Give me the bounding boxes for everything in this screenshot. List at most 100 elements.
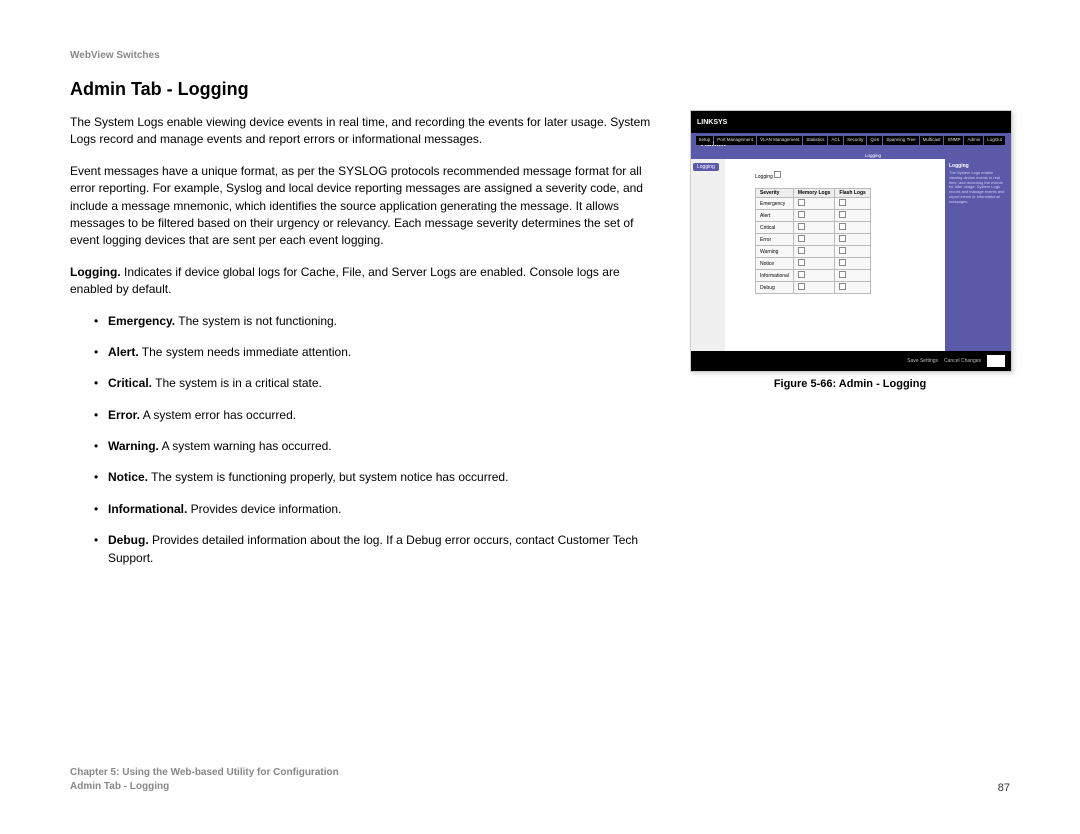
term: Critical. — [108, 376, 152, 390]
checkbox-icon — [839, 259, 846, 266]
term: Alert. — [108, 345, 139, 359]
logging-field-label: Logging — [755, 174, 773, 180]
severity-table: Severity Memory Logs Flash Logs Emergenc… — [755, 188, 871, 294]
running-header: WebView Switches — [70, 50, 1010, 61]
product-label — [1004, 119, 1005, 125]
checkbox-icon — [839, 283, 846, 290]
nav-tab: Setup — [696, 136, 714, 145]
nav-tab: QoS — [867, 136, 882, 145]
term: Informational. — [108, 502, 187, 516]
nav-tab: SNMP — [944, 136, 963, 145]
checkbox-icon — [839, 271, 846, 278]
footer-section: Admin Tab - Logging — [70, 780, 339, 794]
term-text: A system warning has occurred. — [159, 439, 332, 453]
cisco-logo-icon — [987, 355, 1005, 367]
list-item: Warning. A system warning has occurred. — [94, 438, 664, 455]
nav-tab: Security — [844, 136, 866, 145]
checkbox-icon — [839, 211, 846, 218]
col-header: Flash Logs — [835, 189, 870, 198]
term: Error. — [108, 408, 140, 422]
paragraph-format: Event messages have a unique format, as … — [70, 163, 664, 250]
subnav-active: Logging — [865, 153, 881, 158]
term-text: The system is functioning properly, but … — [148, 470, 508, 484]
nav-tab: VLAN Management — [757, 136, 802, 145]
screenshot-nav: Admin Setup Port Management VLAN Managem… — [691, 133, 1011, 159]
document-page: WebView Switches Admin Tab - Logging The… — [0, 0, 1080, 834]
checkbox-icon — [798, 235, 805, 242]
cancel-button-label: Cancel Changes — [944, 358, 981, 364]
checkbox-icon — [839, 223, 846, 230]
checkbox-icon — [798, 259, 805, 266]
col-header: Memory Logs — [793, 189, 835, 198]
row-label: Debug — [756, 282, 794, 294]
checkbox-icon — [839, 247, 846, 254]
side-tab-active: Logging — [693, 163, 719, 171]
list-item: Notice. The system is functioning proper… — [94, 469, 664, 486]
checkbox-icon — [798, 283, 805, 290]
row-label: Warning — [756, 246, 794, 258]
col-header: Severity — [756, 189, 794, 198]
checkbox-icon — [774, 171, 781, 178]
list-item: Emergency. The system is not functioning… — [94, 313, 664, 330]
row-label: Emergency — [756, 198, 794, 210]
severity-list: Emergency. The system is not functioning… — [70, 313, 664, 568]
term: Debug. — [108, 533, 149, 547]
term-text: The system is not functioning. — [175, 314, 337, 328]
figure-column: LINKSYS Admin Setup Port Management VLAN… — [690, 110, 1010, 390]
term: Notice. — [108, 470, 148, 484]
row-label: Critical — [756, 222, 794, 234]
nav-tab: LogOut — [984, 136, 1005, 145]
checkbox-icon — [798, 223, 805, 230]
nav-subtabs: Logging — [741, 153, 1005, 158]
checkbox-icon — [839, 235, 846, 242]
row-label: Error — [756, 234, 794, 246]
term-text: Provides detailed information about the … — [108, 533, 638, 564]
brand-logo-text: LINKSYS — [697, 119, 727, 126]
page-number: 87 — [998, 782, 1010, 794]
term: Warning. — [108, 439, 159, 453]
screenshot-body: Logging Logging Severity Memory Logs — [691, 159, 1011, 351]
checkbox-icon — [839, 199, 846, 206]
body-text-column: The System Logs enable viewing device ev… — [70, 114, 664, 581]
checkbox-icon — [798, 211, 805, 218]
checkbox-icon — [798, 247, 805, 254]
paragraph-logging: Logging. Indicates if device global logs… — [70, 264, 664, 299]
term-text: The system is in a critical state. — [152, 376, 322, 390]
screenshot-help-panel: Logging The System Logs enable viewing d… — [945, 159, 1011, 351]
footer-left: Chapter 5: Using the Web-based Utility f… — [70, 766, 339, 794]
term-logging: Logging. — [70, 265, 121, 279]
term: Emergency. — [108, 314, 175, 328]
row-label: Informational — [756, 270, 794, 282]
nav-tab: Statistics — [803, 136, 827, 145]
section-title: Admin Tab - Logging — [70, 79, 1010, 100]
checkbox-icon — [798, 271, 805, 278]
nav-tab: Admin — [964, 136, 983, 145]
paragraph-intro: The System Logs enable viewing device ev… — [70, 114, 664, 149]
save-button-label: Save Settings — [907, 358, 938, 364]
content-row: The System Logs enable viewing device ev… — [70, 114, 1010, 581]
list-item: Critical. The system is in a critical st… — [94, 375, 664, 392]
term-text: A system error has occurred. — [140, 408, 296, 422]
panel-field-label: Logging — [755, 171, 935, 180]
help-title: Logging — [949, 163, 1007, 169]
row-label: Alert — [756, 210, 794, 222]
nav-tab: Spanning Tree — [883, 136, 918, 145]
nav-tab: Port Management — [714, 136, 756, 145]
nav-tabs: Setup Port Management VLAN Management St… — [696, 136, 1005, 145]
figure-box: LINKSYS Admin Setup Port Management VLAN… — [690, 110, 1010, 390]
list-item: Debug. Provides detailed information abo… — [94, 532, 664, 567]
list-item: Error. A system error has occurred. — [94, 407, 664, 424]
row-label: Notice — [756, 258, 794, 270]
nav-tab: Multicast — [920, 136, 944, 145]
screenshot-admin-logging: LINKSYS Admin Setup Port Management VLAN… — [690, 110, 1012, 372]
screenshot-side-tabs: Logging — [691, 159, 725, 351]
screenshot-titlebar: LINKSYS — [691, 111, 1011, 133]
nav-tab: ACL — [828, 136, 843, 145]
list-item: Alert. The system needs immediate attent… — [94, 344, 664, 361]
term-text: The system needs immediate attention. — [139, 345, 352, 359]
term-logging-text: Indicates if device global logs for Cach… — [70, 265, 620, 296]
checkbox-icon — [798, 199, 805, 206]
help-text: The System Logs enable viewing device ev… — [949, 170, 1004, 204]
footer-chapter: Chapter 5: Using the Web-based Utility f… — [70, 766, 339, 780]
screenshot-main-panel: Logging Severity Memory Logs Flash Logs … — [725, 159, 945, 351]
